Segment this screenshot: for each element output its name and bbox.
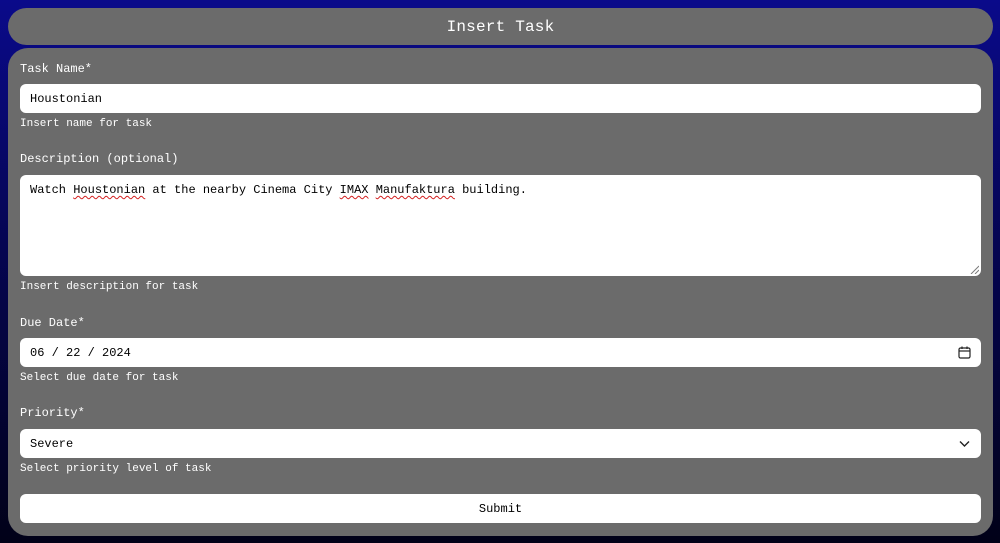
priority-label: Priority* <box>20 406 85 420</box>
page-title: Insert Task <box>446 17 555 36</box>
priority-value: Severe <box>30 436 74 451</box>
task-name-input[interactable]: Houstonian <box>20 84 981 113</box>
task-name-hint: Insert name for task <box>20 118 153 130</box>
task-name-label: Task Name* <box>20 62 93 76</box>
page-header: Insert Task <box>8 8 993 45</box>
priority-hint: Select priority level of task <box>20 463 212 475</box>
resize-grip-icon[interactable] <box>969 264 979 274</box>
description-label: Description (optional) <box>20 152 179 166</box>
submit-button[interactable]: Submit <box>20 494 981 523</box>
description-value: Watch Houstonian at the nearby Cinema Ci… <box>30 183 527 197</box>
description-hint: Insert description for task <box>20 281 199 293</box>
misspelled-word: Houstonian <box>73 183 146 197</box>
due-date-hint: Select due date for task <box>20 372 179 384</box>
insert-task-form: Task Name* Houstonian Insert name for ta… <box>8 48 993 536</box>
misspelled-word: IMAX <box>339 183 369 197</box>
task-name-value: Houstonian <box>30 91 103 106</box>
description-textarea[interactable]: Watch Houstonian at the nearby Cinema Ci… <box>20 175 981 276</box>
due-date-value: 06 / 22 / 2024 <box>30 345 131 360</box>
calendar-icon[interactable] <box>957 346 971 360</box>
chevron-down-icon[interactable] <box>957 437 971 451</box>
misspelled-word: Manufaktura <box>375 183 455 197</box>
priority-select[interactable]: Severe <box>20 429 981 458</box>
due-date-input[interactable]: 06 / 22 / 2024 <box>20 338 981 367</box>
due-date-label: Due Date* <box>20 316 85 330</box>
